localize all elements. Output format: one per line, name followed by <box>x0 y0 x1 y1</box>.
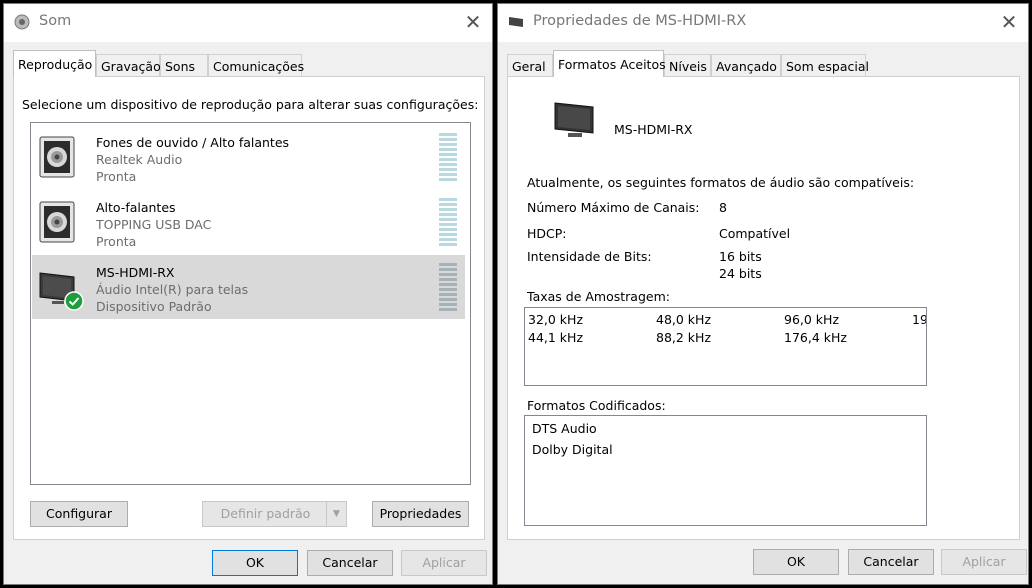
device-item[interactable]: Fones de ouvido / Alto falantes Realtek … <box>32 125 465 189</box>
device-driver: Realtek Audio <box>96 152 183 167</box>
monitor-app-icon <box>509 17 523 27</box>
monitor-icon <box>554 102 594 137</box>
encoded-formats-list[interactable]: DTS Audio Dolby Digital <box>524 415 927 526</box>
tab-gravacao[interactable]: Gravação <box>96 54 161 76</box>
window-title: Propriedades de MS-HDMI-RX <box>533 13 747 29</box>
device-status: Pronta <box>96 234 137 249</box>
chevron-down-icon[interactable]: ▼ <box>326 502 346 526</box>
title-bar: Som ✕ <box>4 4 492 42</box>
tab-panel: Selecione um dispositivo de reprodução p… <box>13 76 485 540</box>
encoded-format: Dolby Digital <box>532 442 613 457</box>
device-status: Dispositivo Padrão <box>96 299 212 314</box>
instruction-text: Selecione um dispositivo de reprodução p… <box>22 97 479 112</box>
hdcp-label: HDCP: <box>527 226 567 241</box>
sample-rate: 88,2 kHz <box>656 330 712 345</box>
sample-rates-label: Taxas de Amostragem: <box>527 289 670 304</box>
speaker-icon <box>39 136 75 178</box>
device-status: Pronta <box>96 169 137 184</box>
device-name: Fones de ouvido / Alto falantes <box>96 135 290 150</box>
tab-comunicacoes[interactable]: Comunicações <box>208 54 304 76</box>
tab-niveis[interactable]: Níveis <box>664 54 711 76</box>
properties-dialog: Propriedades de MS-HDMI-RX ✕ Geral Forma… <box>497 3 1029 585</box>
encoded-formats-label: Formatos Codificados: <box>527 398 666 413</box>
sample-rate: 19 <box>912 312 927 327</box>
ok-button[interactable]: OK <box>753 549 839 575</box>
sound-dialog: Som ✕ Reprodução Gravação Sons Comunicaç… <box>3 3 493 585</box>
tab-formatos-aceitos[interactable]: Formatos Aceitos <box>553 50 666 77</box>
sample-rate: 32,0 kHz <box>528 312 584 327</box>
speaker-icon <box>39 201 75 243</box>
close-icon[interactable]: ✕ <box>458 8 488 38</box>
device-name: MS-HDMI-RX <box>96 265 175 280</box>
level-meter <box>439 263 457 313</box>
apply-button[interactable]: Aplicar <box>401 550 487 576</box>
tab-sons[interactable]: Sons <box>160 54 208 76</box>
encoded-format: DTS Audio <box>532 421 597 436</box>
tab-reproducao[interactable]: Reprodução <box>13 50 96 77</box>
cancel-button[interactable]: Cancelar <box>307 550 393 576</box>
sample-rate: 96,0 kHz <box>784 312 840 327</box>
sample-rate: 44,1 kHz <box>528 330 584 345</box>
bit-depth-label: Intensidade de Bits: <box>527 249 652 264</box>
cancel-button[interactable]: Cancelar <box>848 549 934 575</box>
sample-rate: 48,0 kHz <box>656 312 712 327</box>
properties-button[interactable]: Propriedades <box>372 501 469 527</box>
device-list[interactable]: Fones de ouvido / Alto falantes Realtek … <box>30 122 471 485</box>
hdcp-value: Compatível <box>719 226 791 241</box>
ok-button[interactable]: OK <box>212 550 298 576</box>
apply-button[interactable]: Aplicar <box>941 549 1027 575</box>
max-channels-value: 8 <box>719 200 727 215</box>
tab-avancado[interactable]: Avançado <box>711 54 781 76</box>
tab-som-espacial[interactable]: Som espacial <box>781 54 869 76</box>
device-item-selected[interactable]: MS-HDMI-RX Áudio Intel(R) para telas Dis… <box>32 255 465 319</box>
device-name: Alto-falantes <box>96 200 176 215</box>
sample-rate: 176,4 kHz <box>784 330 847 345</box>
tab-geral[interactable]: Geral <box>507 54 553 76</box>
level-meter <box>439 133 457 183</box>
level-meter <box>439 198 457 248</box>
sample-rates-list[interactable]: 32,0 kHz 48,0 kHz 96,0 kHz 19 44,1 kHz 8… <box>524 307 927 386</box>
title-bar: Propriedades de MS-HDMI-RX ✕ <box>498 4 1028 42</box>
device-item[interactable]: Alto-falantes TOPPING USB DAC Pronta <box>32 190 465 254</box>
device-name: MS-HDMI-RX <box>614 122 693 137</box>
formats-intro: Atualmente, os seguintes formatos de áud… <box>527 175 915 190</box>
device-driver: Áudio Intel(R) para telas <box>96 282 249 297</box>
device-driver: TOPPING USB DAC <box>96 217 212 232</box>
configure-button[interactable]: Configurar <box>30 501 128 527</box>
tab-panel: MS-HDMI-RX Atualmente, os seguintes form… <box>507 76 1020 540</box>
set-default-button[interactable]: Definir padrão ▼ <box>202 501 347 527</box>
window-title: Som <box>39 13 72 29</box>
close-icon[interactable]: ✕ <box>994 8 1024 38</box>
bit-depth-value: 16 bits <box>719 249 762 264</box>
bit-depth-value: 24 bits <box>719 266 762 281</box>
speaker-app-icon <box>14 14 30 30</box>
check-icon <box>64 291 84 311</box>
set-default-label: Definir padrão <box>220 506 311 521</box>
max-channels-label: Número Máximo de Canais: <box>527 200 700 215</box>
